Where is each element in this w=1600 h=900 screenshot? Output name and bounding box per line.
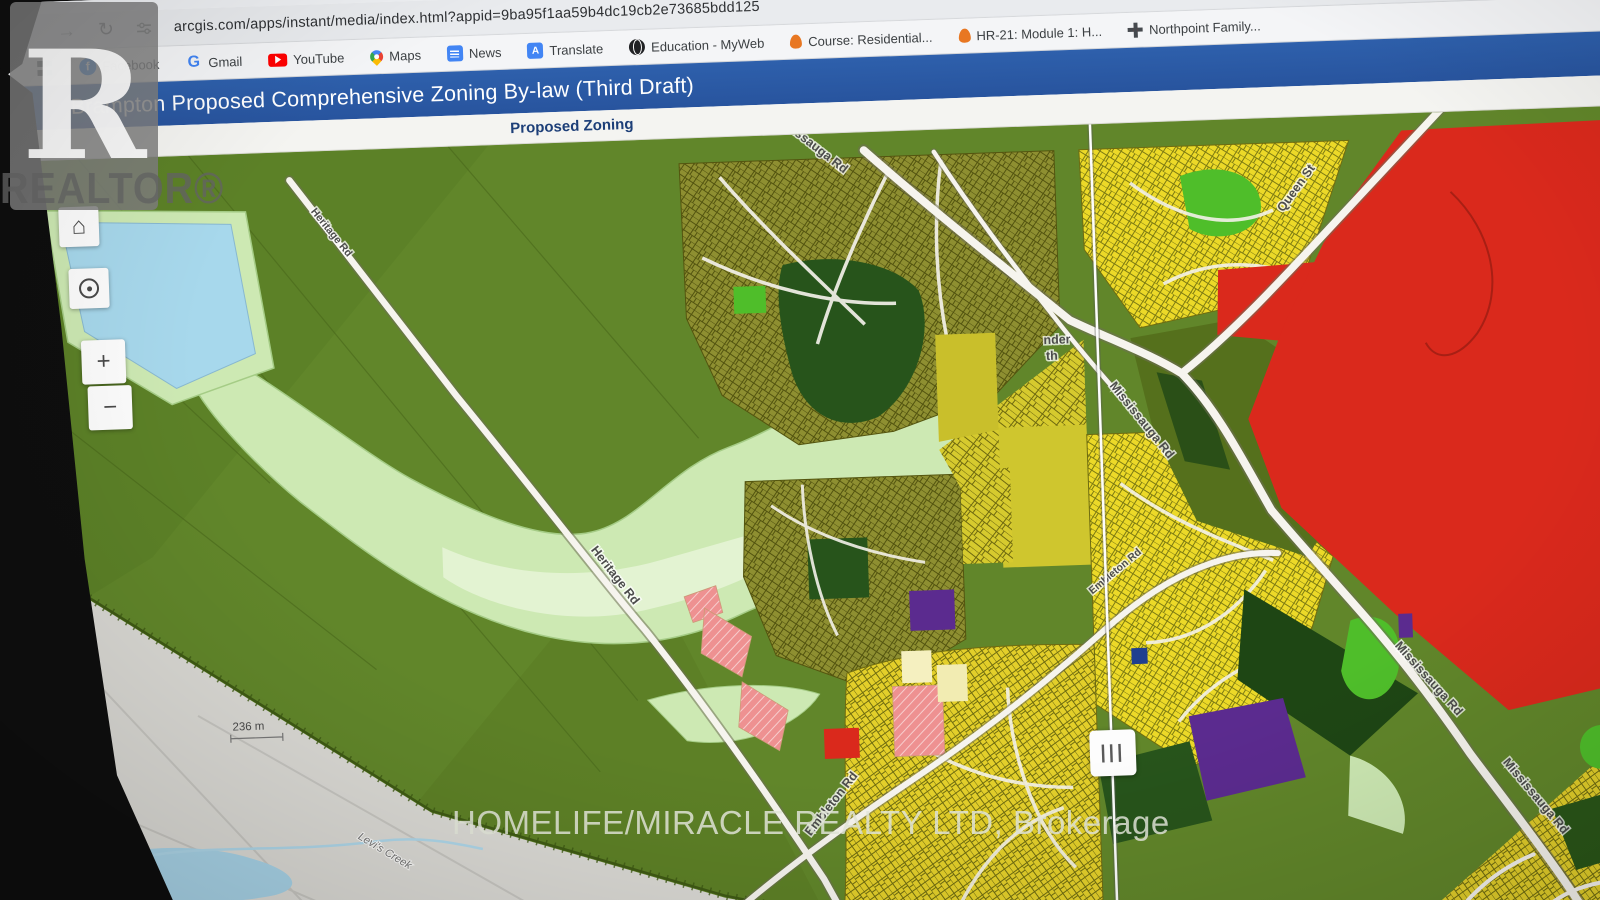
bookmark-hr21[interactable]: HR-21: Module 1: H...: [958, 23, 1102, 43]
minus-icon: −: [103, 393, 118, 421]
youtube-icon: [268, 53, 287, 67]
locate-button[interactable]: [68, 268, 109, 309]
facebook-icon: [79, 58, 97, 76]
bookmark-translate[interactable]: Translate: [527, 40, 603, 59]
bookmark-course[interactable]: Course: Residential...: [790, 29, 933, 49]
bookmark-label: HR-21: Module 1: H...: [976, 23, 1102, 42]
home-button[interactable]: ⌂: [58, 206, 99, 247]
forward-button[interactable]: →: [57, 21, 77, 41]
bookmark-facebook[interactable]: Facebook: [79, 55, 160, 75]
globe-icon: [629, 39, 646, 56]
place-label-fragment: nder: [1043, 332, 1071, 347]
cross-icon: [1128, 22, 1144, 38]
bookmark-label: Course: Residential...: [808, 29, 933, 48]
home-icon: ⌂: [71, 212, 86, 240]
browser-window: ← → ↻ arcgis.com/apps/instant/media/inde…: [0, 0, 1600, 900]
zoom-out-button[interactable]: −: [87, 385, 133, 431]
scale-text: 236 m: [232, 721, 264, 734]
site-settings-icon[interactable]: [136, 20, 153, 37]
bookmark-maps[interactable]: Maps: [370, 47, 421, 64]
bookmark-label: Facebook: [102, 56, 160, 73]
zoning-map-canvas[interactable]: Mississauga Rd Mississauga Rd Mississaug…: [0, 103, 1600, 900]
plus-icon: +: [96, 348, 111, 376]
bookmark-label: Translate: [549, 41, 603, 58]
map-caption: Proposed Zoning: [510, 116, 634, 137]
flame-icon: [958, 28, 970, 42]
news-icon: [447, 45, 464, 62]
bookmark-label: News: [469, 44, 502, 60]
apps-grid-icon[interactable]: [37, 60, 43, 66]
bookmark-northpoint[interactable]: Northpoint Family...: [1128, 18, 1261, 38]
bookmark-education[interactable]: Education - MyWeb: [629, 35, 765, 56]
zoom-in-button[interactable]: +: [81, 339, 127, 385]
bookmark-label: Gmail: [208, 53, 242, 69]
bookmark-label: Northpoint Family...: [1149, 18, 1261, 37]
locate-icon: [79, 278, 100, 299]
back-button[interactable]: ←: [16, 23, 36, 43]
bookmark-youtube[interactable]: YouTube: [268, 50, 345, 68]
place-label-fragment: th: [1046, 349, 1058, 363]
bookmark-news[interactable]: News: [447, 44, 502, 62]
zoning-map[interactable]: Mississauga Rd Mississauga Rd Mississaug…: [0, 103, 1600, 900]
flame-icon: [790, 34, 802, 48]
translate-icon: [527, 42, 544, 59]
maps-pin-icon: [368, 47, 386, 65]
reload-button[interactable]: ↻: [98, 20, 115, 40]
gmail-icon: [185, 54, 203, 72]
bookmark-label: Education - MyWeb: [651, 35, 765, 54]
bookmark-label: Maps: [389, 47, 421, 63]
bookmark-gmail[interactable]: Gmail: [185, 52, 243, 71]
photo-of-monitor: ← → ↻ arcgis.com/apps/instant/media/inde…: [0, 0, 1600, 900]
compare-slider-handle[interactable]: |||: [1089, 729, 1137, 777]
bookmark-label: YouTube: [293, 50, 345, 67]
